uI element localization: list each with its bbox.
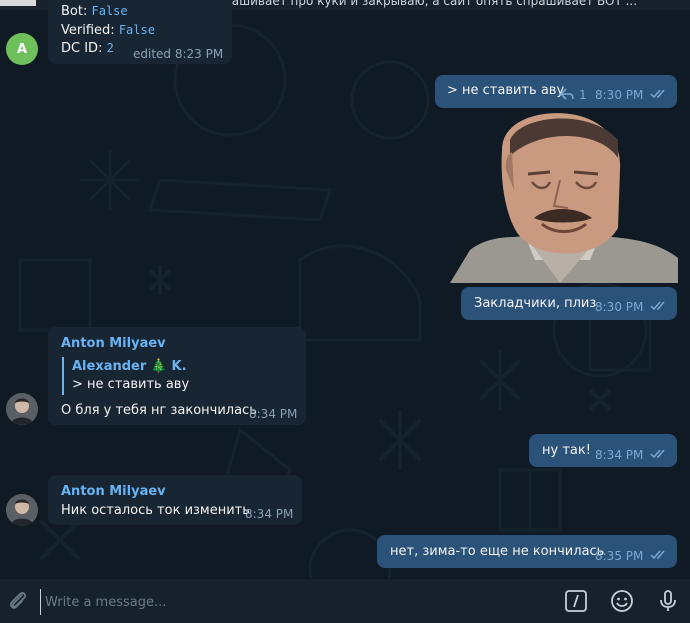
avatar-letter: A xyxy=(16,41,28,57)
sender-name[interactable]: Anton Milyaev xyxy=(61,336,166,351)
dc-value: 2 xyxy=(106,41,114,55)
message-text: О бля у тебя нг закончилась xyxy=(61,403,257,418)
avatar-a[interactable]: A xyxy=(6,33,38,65)
reply-thumbnail xyxy=(0,0,36,6)
outgoing-message[interactable]: нет, зима-то еще не кончилась 8:35 PM xyxy=(377,535,677,568)
bot-label: Bot: xyxy=(61,4,88,19)
message-time: edited 8:23 PM xyxy=(133,47,224,61)
message-input[interactable] xyxy=(40,589,547,615)
double-check-icon xyxy=(650,301,665,311)
user-photo-icon xyxy=(6,494,38,526)
message-text: Закладчики, плиз xyxy=(474,296,597,311)
reply-arrow-icon[interactable] xyxy=(560,88,574,100)
verified-label: Verified: xyxy=(61,23,115,38)
message-time: 8:34 PM xyxy=(595,448,644,462)
message-text: нет, зима-то еще не кончилась xyxy=(390,544,605,559)
double-check-icon xyxy=(650,449,665,459)
paperclip-icon[interactable] xyxy=(6,589,30,613)
incoming-message[interactable]: Anton Milyaev Ник осталось ток изменить … xyxy=(48,475,302,525)
verified-value: False xyxy=(118,23,155,37)
outgoing-message[interactable]: Закладчики, плиз 8:30 PM xyxy=(461,287,677,320)
outgoing-message[interactable]: ну так! 8:34 PM xyxy=(529,434,677,467)
message-time: 8:30 PM xyxy=(595,300,644,314)
message-time: 8:34 PM xyxy=(245,507,294,521)
double-check-icon xyxy=(650,89,665,99)
message-text: Ник осталось ток изменить xyxy=(61,503,250,518)
quoted-message[interactable]: Alexander 🎄 K. > не ставить аву xyxy=(62,357,262,395)
double-check-icon xyxy=(650,550,665,560)
incoming-message[interactable]: Anton Milyaev Alexander 🎄 K. > не ставит… xyxy=(48,327,306,425)
message-time: 8:35 PM xyxy=(595,549,644,563)
chat-area[interactable]: Насо, 2 раза меня зону спрашивает про ку… xyxy=(0,0,690,578)
dc-label: DC ID: xyxy=(61,41,103,56)
smiley-icon[interactable] xyxy=(610,589,634,613)
microphone-icon[interactable] xyxy=(656,589,680,613)
meme-sticker[interactable] xyxy=(450,110,678,283)
user-photo-icon xyxy=(6,393,38,425)
sender-name[interactable]: Anton Milyaev xyxy=(61,484,166,499)
quote-author: Alexander 🎄 K. xyxy=(72,359,187,374)
outgoing-message[interactable]: > не ставить аву 1 8:30 PM xyxy=(435,75,677,108)
message-time: 8:34 PM xyxy=(249,407,298,421)
message-text: > не ставить аву xyxy=(447,83,565,98)
reply-count[interactable]: 1 xyxy=(579,88,587,102)
avatar-anton[interactable] xyxy=(6,494,38,526)
slash-command-icon[interactable] xyxy=(564,589,588,613)
avatar-anton[interactable] xyxy=(6,393,38,425)
message-time: 8:30 PM xyxy=(595,88,644,102)
message-composer xyxy=(0,578,690,623)
bot-info-message[interactable]: Bot: False Verified: False DC ID: 2 edit… xyxy=(48,0,232,64)
message-text: ну так! xyxy=(542,443,591,458)
bot-value: False xyxy=(91,4,128,18)
quote-text: > не ставить аву xyxy=(72,377,190,392)
